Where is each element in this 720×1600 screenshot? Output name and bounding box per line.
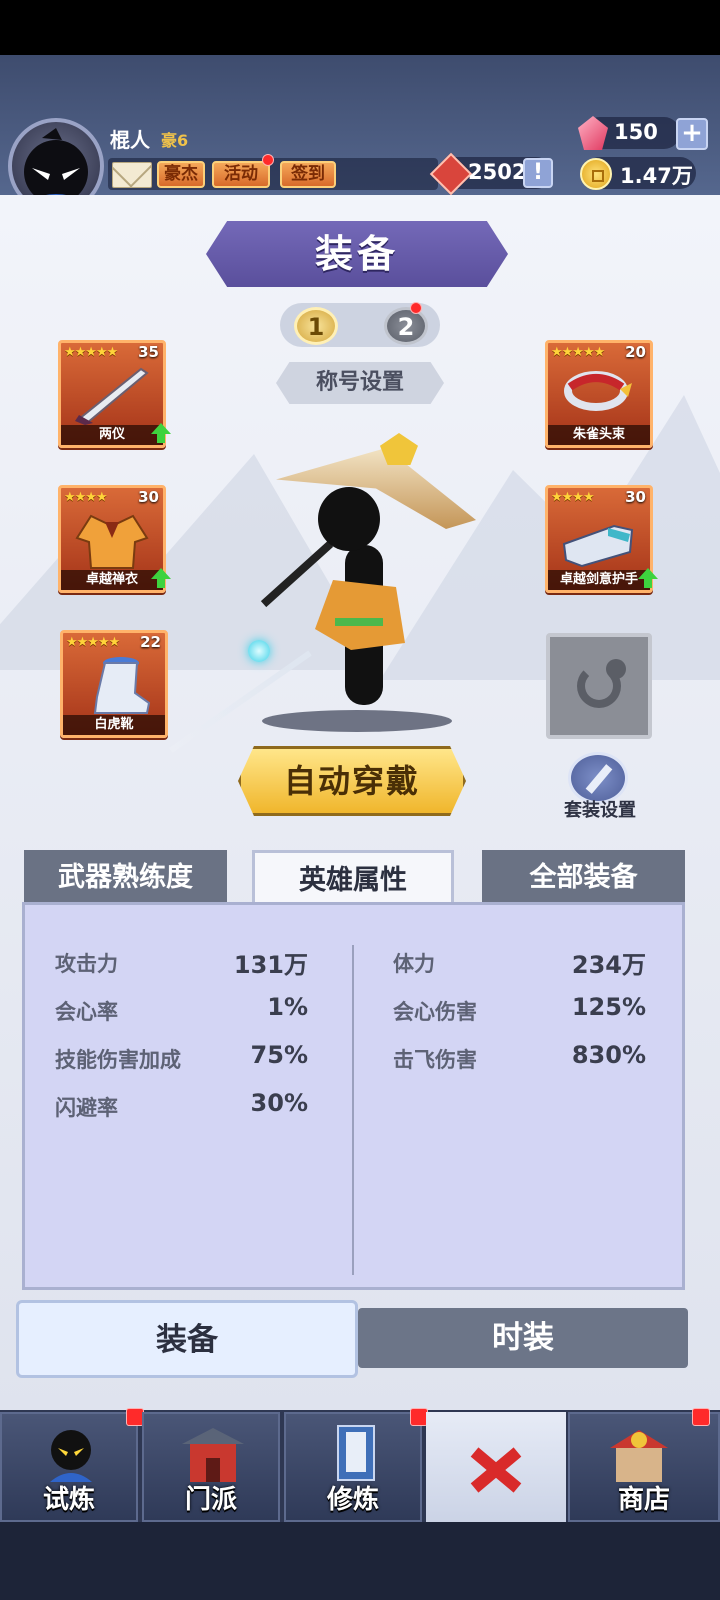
bottom-safe-area (0, 1522, 720, 1600)
gems-amount: 150 (614, 120, 658, 144)
character-spear-gem (248, 640, 270, 662)
stat-label: 会心率 (55, 1000, 118, 1024)
equip-slot-weapon[interactable]: ★★★★★ 35 两仪 (58, 340, 171, 448)
star-rating: ★★★★★ (66, 635, 120, 650)
nav-cultivate[interactable]: 修炼 (284, 1412, 422, 1522)
shop-notification-dot (692, 1408, 710, 1426)
vip-badge: 豪6 (161, 131, 189, 150)
equip-slot-gauntlet[interactable]: ★★★★ 30 卓越剑意护手 (545, 485, 658, 593)
equip-slot-headband[interactable]: ★★★★★ 20 朱雀头束 (545, 340, 653, 448)
events-notification-dot (262, 154, 274, 166)
manual-book-icon (337, 1425, 375, 1481)
stat-value: 830% (571, 1041, 646, 1069)
item-name: 朱雀头束 (548, 425, 650, 445)
character-head (318, 487, 380, 551)
nav-label: 修炼 (326, 1485, 379, 1515)
star-rating: ★★★★ (551, 490, 595, 505)
nav-sect[interactable]: 门派 (142, 1412, 280, 1522)
star-rating: ★★★★ (64, 490, 108, 505)
item-name: 白虎靴 (63, 715, 165, 735)
set-setting-label[interactable]: 套装设置 (552, 796, 648, 822)
events-button[interactable]: 活动 (212, 161, 270, 188)
stat-label: 会心伤害 (393, 1000, 477, 1024)
star-rating: ★★★★★ (551, 345, 605, 360)
nav-label: 试炼 (42, 1485, 95, 1515)
loadout-1-button[interactable]: 1 (294, 307, 338, 345)
ninja-icon (50, 1430, 92, 1482)
equipment-screen: 棍人 豪6 豪杰 活动 签到 150 + 2502 ! 1.47万 装备 1 2… (0, 0, 720, 1600)
heroes-button[interactable]: 豪杰 (157, 161, 205, 188)
item-level: 35 (138, 343, 159, 361)
gauntlet-icon (562, 524, 634, 568)
mail-icon[interactable] (112, 162, 152, 188)
item-level: 22 (140, 633, 161, 651)
stat-label: 击飞伤害 (393, 1048, 477, 1072)
tokens-info-button[interactable]: ! (523, 158, 553, 188)
tab-fashion[interactable]: 时装 (358, 1308, 688, 1368)
stat-value: 131万 (233, 951, 308, 979)
stat-label: 技能伤害加成 (55, 1048, 181, 1072)
stat-value: 234万 (571, 951, 646, 979)
item-name: 卓越禅衣 (61, 570, 163, 590)
boot-icon (93, 657, 151, 714)
robe-icon (75, 514, 149, 569)
nav-trial[interactable]: 试炼 (0, 1412, 138, 1522)
item-name: 卓越剑意护手 (548, 570, 650, 590)
nav-battle[interactable] (426, 1412, 566, 1522)
stat-label: 攻击力 (55, 952, 118, 976)
empty-slot-icon-dot (606, 659, 626, 679)
title-setting-button[interactable]: 称号设置 (276, 362, 444, 404)
item-name: 两仪 (61, 425, 163, 445)
stat-value: 1% (267, 993, 308, 1021)
stat-value: 75% (250, 1041, 308, 1069)
equip-slot-armor[interactable]: ★★★★ 30 卓越禅衣 (58, 485, 171, 593)
nav-label: 商店 (617, 1485, 670, 1515)
tab-weapon-mastery[interactable]: 武器熟练度 (24, 850, 227, 908)
equip-slot-boots[interactable]: ★★★★★ 22 白虎靴 (60, 630, 168, 738)
item-level: 30 (625, 488, 646, 506)
coins-amount: 1.47万 (620, 164, 693, 188)
checkin-button[interactable]: 签到 (280, 161, 336, 188)
nav-label: 门派 (184, 1485, 237, 1515)
loadout-2-notification-dot (410, 302, 422, 314)
character-belt (335, 618, 383, 626)
shop-icon (610, 1430, 668, 1482)
tab-equipment[interactable]: 装备 (16, 1300, 358, 1378)
item-level: 20 (625, 343, 646, 361)
tokens-amount: 2502 (468, 160, 527, 184)
add-gems-button[interactable]: + (676, 118, 708, 150)
nav-shop[interactable]: 商店 (568, 1412, 720, 1522)
headband-icon (564, 371, 632, 411)
sword-icon (75, 367, 149, 425)
stat-label: 体力 (393, 952, 435, 976)
stat-label: 闪避率 (55, 1096, 118, 1120)
star-rating: ★★★★★ (64, 345, 118, 360)
temple-icon (182, 1428, 244, 1482)
character-shadow (262, 710, 452, 732)
status-bar (0, 0, 720, 55)
stat-value: 30% (250, 1089, 308, 1117)
player-name: 棍人 (110, 128, 150, 152)
loadout-2-button[interactable]: 2 (384, 307, 428, 345)
page-title: 装备 (206, 221, 508, 287)
coin-icon (580, 158, 612, 190)
item-level: 30 (138, 488, 159, 506)
equip-slot-empty[interactable] (546, 633, 652, 739)
tab-all-equipment[interactable]: 全部装备 (482, 850, 685, 908)
tab-hero-attributes[interactable]: 英雄属性 (252, 850, 454, 908)
stats-divider (352, 945, 354, 1275)
auto-equip-button[interactable]: 自动穿戴 (238, 746, 466, 816)
stat-value: 125% (571, 993, 646, 1021)
